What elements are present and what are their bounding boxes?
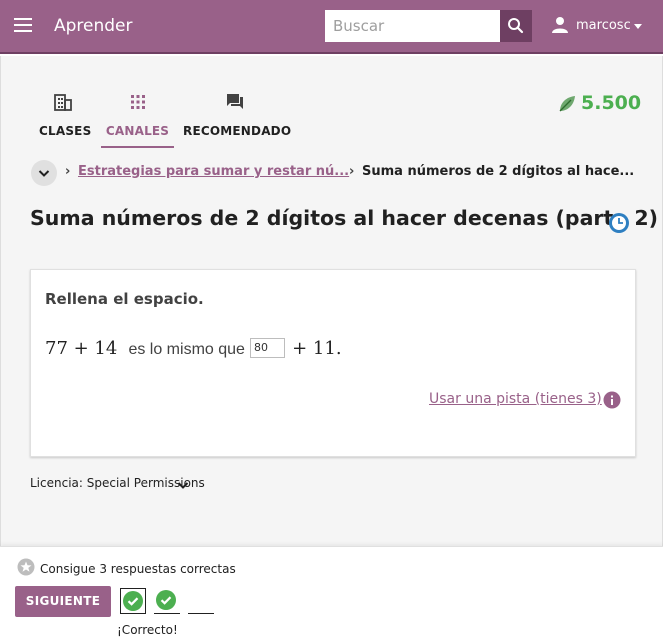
app-bar: Aprender marcosc [0,0,663,54]
exercise-prompt: Rellena el espacio. [45,290,204,308]
tab-label: CLASES [39,124,92,138]
user-avatar-icon [552,17,568,33]
breadcrumb-parent-link[interactable]: Estrategias para sumar y restar nú... [78,164,349,179]
attempt-2-correct [154,588,180,614]
check-circle-icon [123,591,143,611]
tab-canales[interactable]: CANALES [101,92,174,148]
breadcrumb-current: Suma números de 2 dígitos al hace... [362,164,635,179]
math-right: + 11. [292,338,342,359]
breadcrumb-separator: › [65,164,71,179]
info-icon[interactable] [603,391,621,409]
channels-grid-icon [130,95,145,109]
feedback-text: ¡Correcto! [117,623,178,637]
check-circle-icon [156,590,176,610]
lesson-title: Suma números de 2 dígitos al hacer decen… [30,206,659,230]
tab-recomendado[interactable]: RECOMENDADO [183,92,292,148]
attempt-3-empty [188,613,214,614]
points-value: 5.500 [581,92,642,114]
connector-text: es lo mismo que [128,341,245,358]
main-content: CLASES CANALES RECOMENDADO 5.500 › Estra… [0,56,663,546]
tab-label: RECOMENDADO [183,124,292,138]
recommended-chat-icon [226,94,243,109]
search-button[interactable] [500,10,532,42]
app-title: Aprender [54,16,133,36]
breadcrumb-separator: › [349,164,355,179]
username-label: marcosc [576,18,631,33]
answer-input[interactable] [250,337,286,358]
tab-clases[interactable]: CLASES [39,92,92,148]
hint-link[interactable]: Usar una pista (tienes 3) [429,391,602,407]
attempt-underline [154,613,180,614]
tab-label: CANALES [105,124,170,138]
search-icon [508,18,524,34]
chevron-down-icon[interactable] [176,478,190,492]
mastery-goal-text: Consigue 3 respuestas correctas [40,562,236,576]
exercise-card: Rellena el espacio. 77 + 14 es lo mismo … [30,269,636,457]
search-input[interactable] [325,10,500,42]
math-left: 77 + 14 [45,338,118,359]
breadcrumb-expand-button[interactable] [31,160,57,186]
hamburger-menu-icon[interactable] [14,18,32,32]
chevron-down-icon [634,24,642,29]
classes-icon [54,94,72,111]
in-progress-clock-icon [609,213,629,233]
progress-bar-panel: Consigue 3 respuestas correctas SIGUIENT… [0,546,663,644]
star-icon [17,558,35,576]
next-button[interactable]: SIGUIENTE [15,586,111,617]
points-leaf-icon [559,96,575,112]
active-tab-indicator [101,146,174,148]
chevron-down-icon [38,170,50,177]
attempt-1-correct [120,588,146,614]
exercise-expression: 77 + 14 es lo mismo que + 11. [45,337,342,362]
